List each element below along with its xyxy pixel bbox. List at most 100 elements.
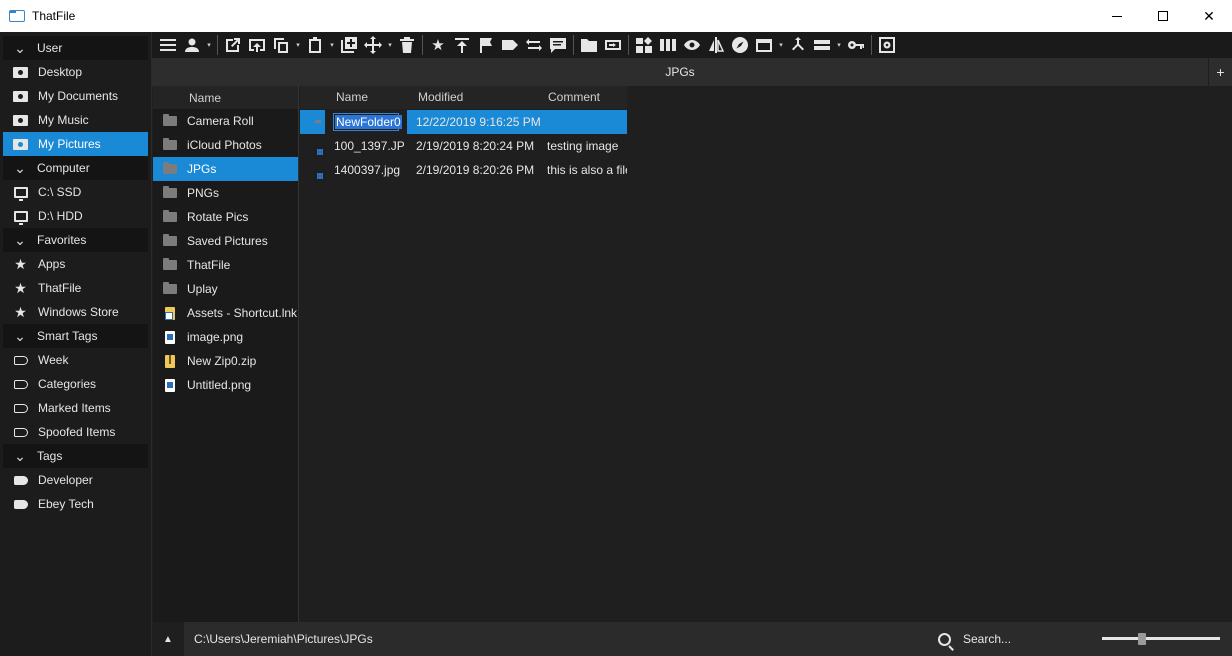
sidebar-item-label: My Documents — [38, 89, 119, 103]
sidebar-item-developer[interactable]: Developer — [3, 468, 148, 492]
rename-input[interactable]: NewFolder0 — [333, 113, 402, 131]
user-button[interactable] — [180, 34, 204, 56]
sidebar-group-computer[interactable]: ⌄ Computer — [3, 156, 148, 180]
sidebar-item-label: Week — [38, 353, 69, 367]
key-button[interactable] — [844, 34, 868, 56]
sidebar-item-marked-items[interactable]: Marked Items — [3, 396, 148, 420]
layout-button[interactable] — [810, 34, 834, 56]
maximize-button[interactable] — [1140, 0, 1186, 32]
folder-icon — [163, 234, 177, 246]
comment-button[interactable] — [546, 34, 570, 56]
window-button[interactable] — [752, 34, 776, 56]
sidebar-item-ebey-tech[interactable]: Ebey Tech — [3, 492, 148, 516]
list-item[interactable]: Uplay — [153, 277, 298, 301]
zoom-slider[interactable] — [1102, 633, 1220, 645]
new-folder-button[interactable] — [577, 34, 601, 56]
window-dropdown[interactable]: ▾ — [776, 41, 786, 49]
list-item[interactable]: New Zip0.zip — [153, 349, 298, 373]
compass-button[interactable] — [728, 34, 752, 56]
table-row[interactable]: 1400397.jpg 2/19/2019 8:20:26 PM this is a… — [300, 158, 627, 182]
sidebar-item-thatfile[interactable]: ★ ThatFile — [3, 276, 148, 300]
open-external-icon — [226, 38, 240, 52]
list-item[interactable]: Assets - Shortcut.lnk — [153, 301, 298, 325]
sidebar-group-tags[interactable]: ⌄ Tags — [3, 444, 148, 468]
file-comment-cell[interactable] — [547, 110, 627, 134]
file-comment-cell[interactable]: this is also a file — [547, 158, 627, 182]
file-name-cell: 100_1397.JPG — [334, 139, 404, 153]
list-item[interactable]: image.png — [153, 325, 298, 349]
move-button[interactable] — [361, 34, 385, 56]
copy-button[interactable] — [269, 34, 293, 56]
sidebar-group-user[interactable]: ⌄ User — [3, 36, 148, 60]
tab-bar: JPGs + — [152, 58, 1232, 86]
list-item[interactable]: PNGs — [153, 181, 298, 205]
move-dropdown[interactable]: ▾ — [385, 41, 395, 49]
sidebar-item-categories[interactable]: Categories — [3, 372, 148, 396]
compare-button[interactable] — [704, 34, 728, 56]
list-item[interactable]: iCloud Photos — [153, 133, 298, 157]
sidebar-item-desktop[interactable]: Desktop — [3, 60, 148, 84]
name-column-header[interactable]: Name — [336, 86, 368, 109]
table-row[interactable]: NewFolder0 12/22/2019 9:16:25 PM — [300, 110, 627, 134]
sidebar-item-week[interactable]: Week — [3, 348, 148, 372]
sidebar-item-spoofed-items[interactable]: Spoofed Items — [3, 420, 148, 444]
search-box[interactable]: Search... — [938, 622, 1011, 656]
sidebar-item-my-documents[interactable]: My Documents — [3, 84, 148, 108]
list-item[interactable]: Saved Pictures — [153, 229, 298, 253]
sidebar-item-my-music[interactable]: My Music — [3, 108, 148, 132]
preview-button[interactable] — [680, 34, 704, 56]
grid-view-icon — [636, 37, 652, 53]
current-path[interactable]: C:\Users\Jeremiah\Pictures\JPGs — [194, 632, 373, 646]
sidebar-item-c-ssd[interactable]: C:\ SSD — [3, 180, 148, 204]
tag-button[interactable] — [498, 34, 522, 56]
sidebar-group-smart-tags[interactable]: ⌄ Smart Tags — [3, 324, 148, 348]
open-external-button[interactable] — [221, 34, 245, 56]
toolbar-separator — [628, 35, 629, 55]
new-item-button[interactable] — [337, 34, 361, 56]
window-title: ThatFile — [32, 9, 76, 23]
search-placeholder[interactable]: Search... — [963, 632, 1011, 646]
modified-column-header[interactable]: Modified — [418, 86, 463, 109]
favorite-button[interactable]: ★ — [426, 34, 450, 56]
pin-top-icon — [455, 38, 469, 53]
paste-icon — [309, 37, 321, 53]
flag-button[interactable] — [474, 34, 498, 56]
swap-button[interactable] — [522, 34, 546, 56]
menu-button[interactable] — [156, 34, 180, 56]
close-button[interactable]: ✕ — [1186, 0, 1232, 32]
share-button[interactable] — [245, 34, 269, 56]
merge-button[interactable] — [786, 34, 810, 56]
sidebar-item-apps[interactable]: ★ Apps — [3, 252, 148, 276]
list-item[interactable]: JPGs — [153, 157, 298, 181]
add-tab-button[interactable]: + — [1208, 58, 1232, 86]
rename-button[interactable] — [601, 34, 625, 56]
minimize-button[interactable] — [1094, 0, 1140, 32]
layout-dropdown[interactable]: ▾ — [834, 41, 844, 49]
comment-column-header[interactable]: Comment — [548, 86, 600, 109]
pin-top-button[interactable] — [450, 34, 474, 56]
paste-dropdown[interactable]: ▾ — [327, 41, 337, 49]
paste-button[interactable] — [303, 34, 327, 56]
sidebar-item-d-hdd[interactable]: D:\ HDD — [3, 204, 148, 228]
up-button[interactable]: ▲ — [152, 622, 184, 656]
table-row[interactable]: 100_1397.JPG 2/19/2019 8:20:24 PM testing … — [300, 134, 627, 158]
sidebar-item-my-pictures[interactable]: My Pictures — [3, 132, 148, 156]
zoom-slider-thumb[interactable] — [1138, 633, 1146, 645]
tab-jpgs[interactable]: JPGs — [152, 58, 1208, 86]
delete-button[interactable] — [395, 34, 419, 56]
folder-icon — [163, 258, 177, 270]
list-item[interactable]: Untitled.png — [153, 373, 298, 397]
folder-name-column-header[interactable]: Name — [153, 86, 298, 109]
list-item[interactable]: ThatFile — [153, 253, 298, 277]
file-comment-cell[interactable]: testing image — [547, 134, 627, 158]
settings-button[interactable] — [875, 34, 899, 56]
sidebar-item-windows-store[interactable]: ★ Windows Store — [3, 300, 148, 324]
list-item[interactable]: Rotate Pics — [153, 205, 298, 229]
grid-view-button[interactable] — [632, 34, 656, 56]
copy-dropdown[interactable]: ▾ — [293, 41, 303, 49]
sidebar-item-label: Desktop — [38, 65, 83, 79]
user-dropdown[interactable]: ▾ — [204, 41, 214, 49]
list-item[interactable]: Camera Roll — [153, 109, 298, 133]
sidebar-group-favorites[interactable]: ⌄ Favorites — [3, 228, 148, 252]
columns-view-button[interactable] — [656, 34, 680, 56]
